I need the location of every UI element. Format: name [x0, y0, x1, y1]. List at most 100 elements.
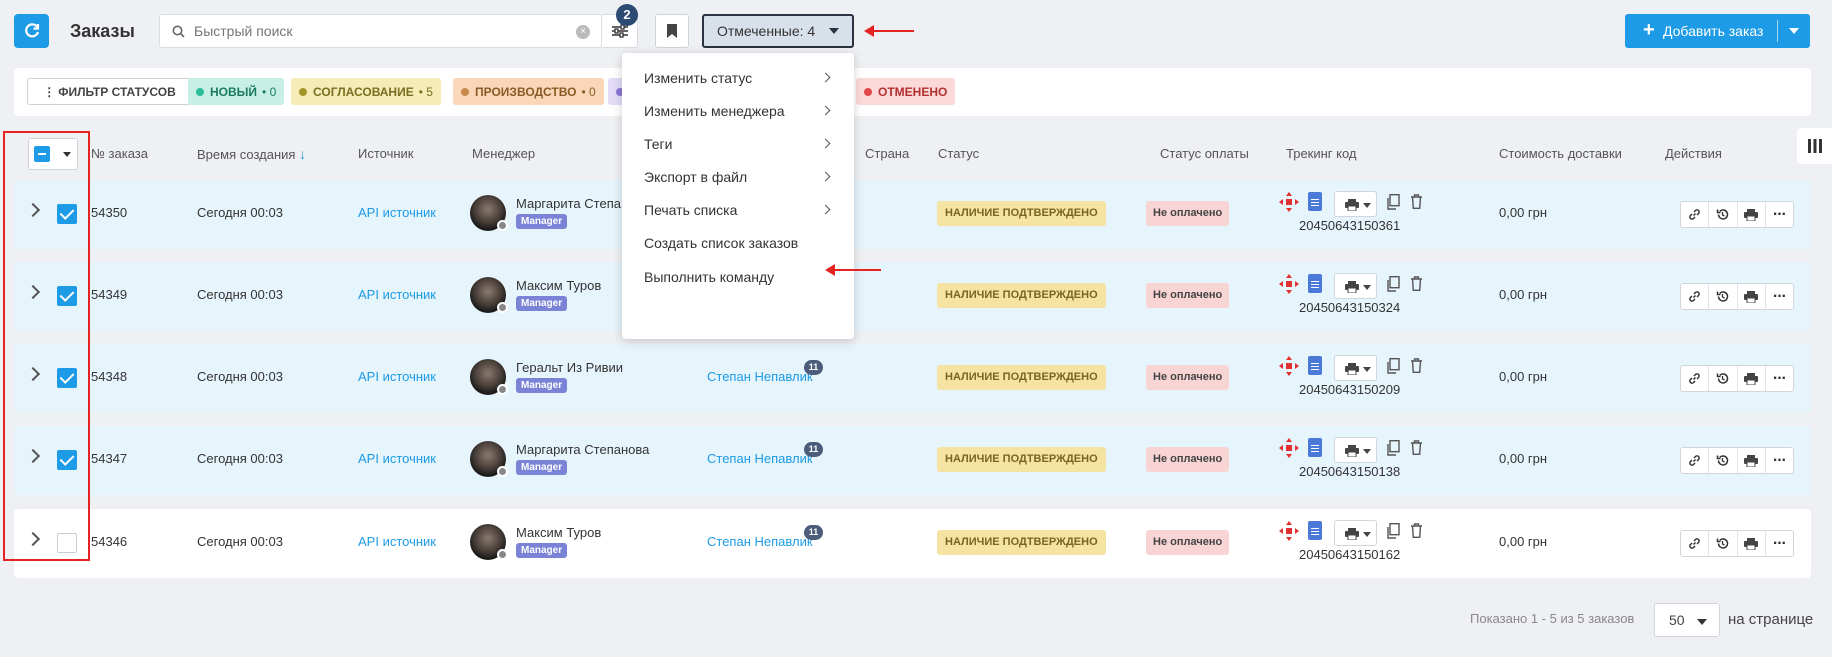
row-checkbox[interactable] — [57, 450, 77, 470]
print-icon[interactable] — [1738, 202, 1766, 227]
link-icon[interactable] — [1681, 366, 1710, 391]
expand-chevron-icon[interactable] — [25, 531, 41, 547]
col-delivery-cost[interactable]: Стоимость доставки — [1499, 146, 1622, 161]
print-icon[interactable] — [1738, 531, 1766, 556]
menu-item[interactable]: Изменить менеджера — [622, 94, 854, 128]
menu-item[interactable]: Экспорт в файл — [622, 160, 854, 194]
clear-search-icon[interactable]: × — [576, 25, 590, 39]
document-icon[interactable] — [1308, 274, 1322, 293]
history-icon[interactable] — [1709, 531, 1738, 556]
document-icon[interactable] — [1308, 356, 1322, 375]
more-icon[interactable]: ··· — [1766, 284, 1793, 309]
order-number[interactable]: 54347 — [91, 451, 127, 466]
source-link[interactable]: API источник — [358, 369, 436, 384]
table-row[interactable]: 54348 Сегодня 00:03 API источник Геральт Из… — [14, 344, 1811, 413]
trash-icon[interactable] — [1410, 276, 1423, 294]
print-dropdown-button[interactable] — [1334, 520, 1377, 546]
order-number[interactable]: 54346 — [91, 534, 127, 549]
col-source[interactable]: Источник — [358, 146, 414, 161]
payment-status-badge[interactable]: Не оплачено — [1146, 201, 1230, 226]
print-dropdown-button[interactable] — [1334, 273, 1377, 299]
source-link[interactable]: API источник — [358, 205, 436, 220]
print-dropdown-button[interactable] — [1334, 437, 1377, 463]
search-input[interactable] — [194, 20, 524, 42]
copy-icon[interactable] — [1386, 275, 1400, 295]
assignee-link[interactable]: Степан Непавлик — [707, 369, 813, 384]
nova-poshta-icon[interactable] — [1279, 438, 1299, 461]
link-icon[interactable] — [1681, 531, 1710, 556]
copy-icon[interactable] — [1386, 439, 1400, 459]
row-checkbox[interactable] — [57, 204, 77, 224]
print-icon[interactable] — [1738, 366, 1766, 391]
menu-item[interactable]: Изменить статус — [622, 61, 854, 95]
nova-poshta-icon[interactable] — [1279, 192, 1299, 215]
per-page-select[interactable]: 50 — [1654, 603, 1720, 637]
marked-orders-button[interactable]: Отмеченные: 4 — [702, 14, 854, 48]
expand-chevron-icon[interactable] — [25, 202, 41, 218]
col-manager[interactable]: Менеджер — [472, 146, 535, 161]
status-badge[interactable]: НАЛИЧИЕ ПОДТВЕРЖДЕНО — [937, 530, 1106, 555]
document-icon[interactable] — [1308, 192, 1322, 211]
history-icon[interactable] — [1709, 366, 1738, 391]
source-link[interactable]: API источник — [358, 534, 436, 549]
document-icon[interactable] — [1308, 521, 1322, 540]
assignee-link[interactable]: Степан Непавлик — [707, 451, 813, 466]
link-icon[interactable] — [1681, 284, 1710, 309]
link-icon[interactable] — [1681, 448, 1710, 473]
history-icon[interactable] — [1709, 202, 1738, 227]
print-icon[interactable] — [1738, 448, 1766, 473]
nova-poshta-icon[interactable] — [1279, 274, 1299, 297]
table-row[interactable]: 54349 Сегодня 00:03 API источник Максим Тур… — [14, 262, 1811, 331]
trash-icon[interactable] — [1410, 194, 1423, 212]
table-row[interactable]: 54350 Сегодня 00:03 API источник Маргарита … — [14, 180, 1811, 249]
payment-status-badge[interactable]: Не оплачено — [1146, 530, 1230, 555]
order-number[interactable]: 54350 — [91, 205, 127, 220]
status-badge[interactable]: НАЛИЧИЕ ПОДТВЕРЖДЕНО — [937, 283, 1106, 308]
table-row[interactable]: 54347 Сегодня 00:03 API источник Маргарита … — [14, 426, 1811, 495]
row-checkbox[interactable] — [57, 533, 77, 553]
menu-item[interactable]: Выполнить команду — [622, 260, 854, 294]
status-chip-approval[interactable]: СОГЛАСОВАНИЕ • 5 — [291, 78, 441, 105]
status-filter-button[interactable]: ⋮ ФИЛЬТР СТАТУСОВ — [27, 78, 192, 105]
link-icon[interactable] — [1681, 202, 1710, 227]
caret-down-icon[interactable] — [1789, 28, 1799, 34]
order-number[interactable]: 54349 — [91, 287, 127, 302]
order-number[interactable]: 54348 — [91, 369, 127, 384]
table-row[interactable]: 54346 Сегодня 00:03 API источник Максим Тур… — [14, 509, 1811, 578]
col-payment-status[interactable]: Статус оплаты — [1160, 146, 1249, 161]
history-icon[interactable] — [1709, 284, 1738, 309]
status-chip-cancelled[interactable]: ОТМЕНЕНО — [856, 78, 956, 105]
print-dropdown-button[interactable] — [1334, 355, 1377, 381]
trash-icon[interactable] — [1410, 358, 1423, 376]
col-country[interactable]: Страна — [865, 146, 909, 161]
add-order-button[interactable]: + Добавить заказ — [1625, 14, 1810, 48]
payment-status-badge[interactable]: Не оплачено — [1146, 447, 1230, 472]
trash-icon[interactable] — [1410, 440, 1423, 458]
row-checkbox[interactable] — [57, 368, 77, 388]
assignee-link[interactable]: Степан Непавлик — [707, 534, 813, 549]
menu-item[interactable]: Теги — [622, 127, 854, 161]
copy-icon[interactable] — [1386, 193, 1400, 213]
more-icon[interactable]: ··· — [1766, 531, 1793, 556]
column-settings-button[interactable] — [1797, 128, 1832, 164]
expand-chevron-icon[interactable] — [25, 284, 41, 300]
history-icon[interactable] — [1709, 448, 1738, 473]
status-badge[interactable]: НАЛИЧИЕ ПОДТВЕРЖДЕНО — [937, 447, 1106, 472]
bookmark-button[interactable] — [655, 14, 689, 48]
more-icon[interactable]: ··· — [1766, 366, 1793, 391]
caret-down-icon[interactable] — [63, 152, 71, 157]
nova-poshta-icon[interactable] — [1279, 521, 1299, 544]
payment-status-badge[interactable]: Не оплачено — [1146, 365, 1230, 390]
menu-item[interactable]: Создать список заказов — [622, 226, 854, 260]
status-badge[interactable]: НАЛИЧИЕ ПОДТВЕРЖДЕНО — [937, 201, 1106, 226]
status-badge[interactable]: НАЛИЧИЕ ПОДТВЕРЖДЕНО — [937, 365, 1106, 390]
status-chip-production[interactable]: ПРОИЗВОДСТВО • 0 — [453, 78, 604, 105]
document-icon[interactable] — [1308, 438, 1322, 457]
source-link[interactable]: API источник — [358, 451, 436, 466]
select-all-checkbox[interactable] — [28, 138, 78, 170]
copy-icon[interactable] — [1386, 522, 1400, 542]
col-status[interactable]: Статус — [938, 146, 979, 161]
status-chip-new[interactable]: НОВЫЙ • 0 — [188, 78, 285, 105]
expand-chevron-icon[interactable] — [25, 448, 41, 464]
print-dropdown-button[interactable] — [1334, 191, 1377, 217]
